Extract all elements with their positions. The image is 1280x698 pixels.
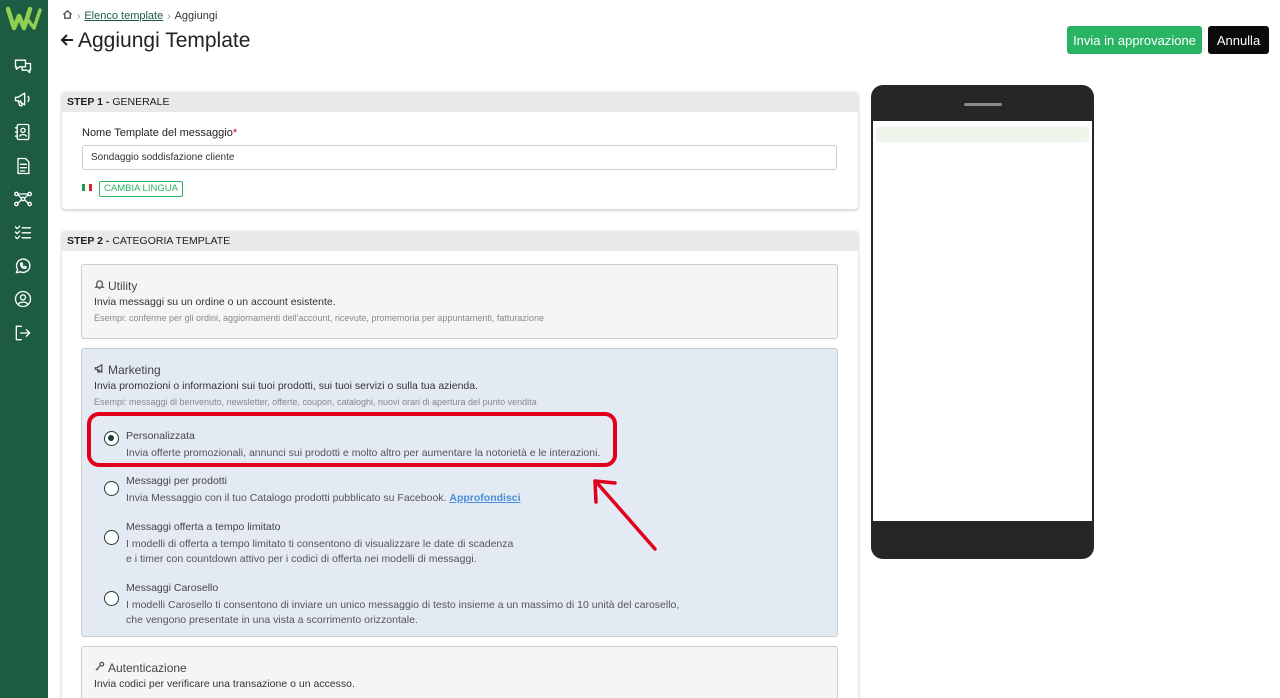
option-description-line1: I modelli Carosello ti consentono di inv… [126, 599, 680, 611]
utility-title-text: Utility [108, 279, 138, 293]
category-authentication[interactable]: Autenticazione Invia codici per verifica… [81, 646, 838, 698]
breadcrumb-separator-icon: › [167, 10, 171, 22]
radio-messaggi-prodotti[interactable] [104, 481, 119, 496]
user-icon[interactable] [12, 288, 34, 310]
breadcrumb: › Elenco template › Aggiungi [62, 9, 217, 23]
option-description: I modelli Carosello ti consentono di inv… [126, 598, 679, 628]
phone-speaker [964, 103, 1002, 106]
category-marketing[interactable]: Marketing Invia promozioni o informazion… [81, 348, 838, 637]
megaphone-icon [94, 363, 105, 377]
breadcrumb-link-templates[interactable]: Elenco template [84, 10, 163, 22]
whatsapp-icon[interactable] [12, 255, 34, 277]
back-arrow-icon[interactable] [60, 29, 74, 53]
breadcrumb-current: Aggiungi [174, 10, 218, 22]
utility-description: Invia messaggi su un ordine o un account… [94, 296, 336, 308]
option-title: Messaggi Carosello [126, 582, 219, 594]
step1-card: STEP 1 - GENERALE Nome Template del mess… [62, 92, 858, 209]
checklist-icon[interactable] [12, 221, 34, 243]
template-name-label: Nome Template del messaggio* [82, 127, 237, 139]
authentication-description: Invia codici per verificare una transazi… [94, 678, 355, 690]
logout-icon[interactable] [12, 322, 34, 344]
step2-card: STEP 2 - CATEGORIA TEMPLATE Utility Invi… [62, 231, 858, 698]
option-description: I modelli di offerta a tempo limitato ti… [126, 537, 513, 567]
submit-approval-button[interactable]: Invia in approvazione [1067, 26, 1202, 54]
option-description-text: Invia Messaggio con il tuo Catalogo prod… [126, 492, 447, 504]
required-mark: * [232, 127, 238, 139]
marketing-title-text: Marketing [108, 363, 161, 377]
option-description: Invia Messaggio con il tuo Catalogo prod… [126, 491, 521, 506]
contacts-icon[interactable] [12, 121, 34, 143]
authentication-title-text: Autenticazione [108, 661, 187, 675]
breadcrumb-separator-icon: › [77, 10, 81, 22]
marketing-title: Marketing [94, 363, 161, 377]
marketing-description: Invia promozioni o informazioni sui tuoi… [94, 380, 479, 392]
step2-number: STEP 2 - [67, 235, 110, 247]
app-logo[interactable] [5, 6, 42, 32]
category-utility[interactable]: Utility Invia messaggi su un ordine o un… [81, 264, 838, 339]
sidebar [0, 0, 48, 698]
chat-icon[interactable] [12, 55, 34, 77]
option-title: Messaggi offerta a tempo limitato [126, 521, 281, 533]
step2-header: STEP 2 - CATEGORIA TEMPLATE [62, 231, 858, 251]
option-title: Personalizzata [126, 430, 195, 442]
message-preview-bubble [876, 127, 1089, 142]
cancel-button[interactable]: Annulla [1208, 26, 1269, 54]
learn-more-link[interactable]: Approfondisci [449, 492, 520, 504]
authentication-title: Autenticazione [94, 661, 187, 675]
option-description: Invia offerte promozionali, annunci sui … [126, 447, 601, 459]
utility-examples: Esempi: conferme per gli ordini, aggiorn… [94, 313, 544, 323]
option-description-line2: che vengono presentate in una vista a sc… [126, 614, 418, 626]
bell-icon [94, 279, 105, 293]
utility-title: Utility [94, 279, 137, 293]
option-description-line2: e i timer con countdown attivo per i cod… [126, 553, 477, 565]
step2-title: CATEGORIA TEMPLATE [112, 235, 231, 247]
change-language-button[interactable]: CAMBIA LINGUA [99, 181, 183, 197]
template-name-label-text: Nome Template del messaggio [82, 127, 233, 139]
flow-icon[interactable] [12, 188, 34, 210]
radio-personalizzata[interactable] [104, 431, 119, 446]
template-name-input[interactable] [82, 145, 837, 170]
key-icon [94, 661, 105, 675]
home-icon[interactable] [62, 9, 73, 23]
step1-header: STEP 1 - GENERALE [62, 92, 858, 112]
page-title: Aggiungi Template [60, 29, 250, 53]
marketing-examples: Esempi: messaggi di benvenuto, newslette… [94, 397, 537, 407]
document-icon[interactable] [12, 155, 34, 177]
step1-title: GENERALE [112, 96, 170, 108]
page-title-text: Aggiungi Template [78, 29, 251, 52]
radio-offerta-tempo-limitato[interactable] [104, 530, 119, 545]
phone-screen [873, 121, 1092, 521]
radio-carosello[interactable] [104, 591, 119, 606]
megaphone-icon[interactable] [12, 88, 34, 110]
option-title: Messaggi per prodotti [126, 475, 227, 487]
step1-number: STEP 1 - [67, 96, 110, 108]
italy-flag-icon [82, 184, 92, 191]
option-description-line1: I modelli di offerta a tempo limitato ti… [126, 538, 514, 550]
phone-preview [871, 85, 1094, 559]
